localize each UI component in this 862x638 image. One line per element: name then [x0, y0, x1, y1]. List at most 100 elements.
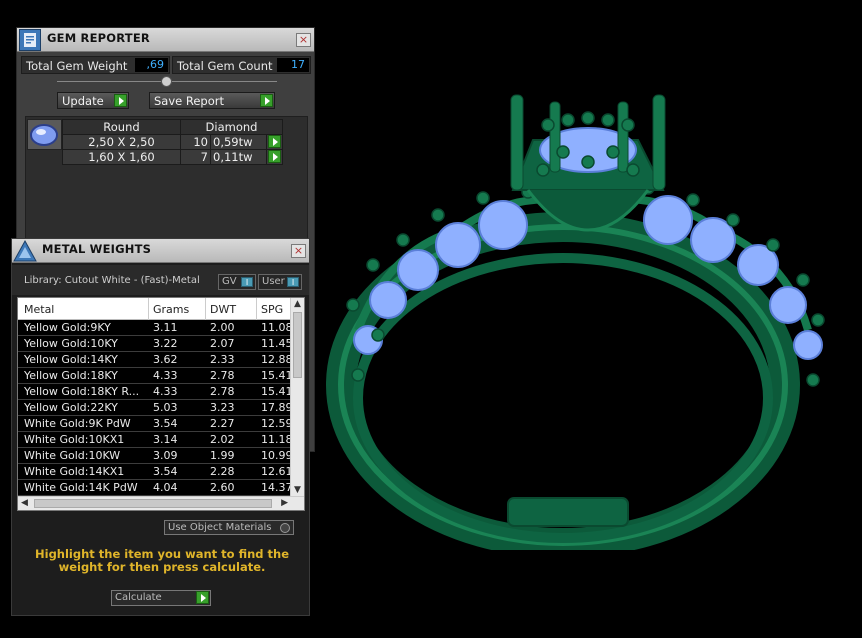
- metal-spg: 10.99: [261, 449, 291, 462]
- metal-dwt: 2.60: [210, 481, 235, 494]
- metal-name: White Gold:14KX1: [24, 465, 125, 478]
- scroll-thumb[interactable]: [293, 312, 302, 378]
- vertical-scrollbar[interactable]: ▲ ▼: [290, 298, 304, 496]
- metal-dwt: 1.99: [210, 449, 235, 462]
- table-row[interactable]: White Gold:10KX1 3.14 2.02 11.18: [18, 432, 291, 448]
- gv-toggle[interactable]: GV I: [218, 274, 256, 290]
- metal-grams: 4.04: [153, 481, 178, 494]
- metal-name: White Gold:10KW: [24, 449, 121, 462]
- horizontal-scrollbar[interactable]: ◀ ▶: [18, 496, 304, 510]
- metal-grams: 3.62: [153, 353, 178, 366]
- update-label: Update: [62, 94, 104, 108]
- scroll-thumb[interactable]: [34, 499, 272, 508]
- metal-weights-icon: [13, 239, 37, 262]
- metal-dwt: 2.02: [210, 433, 235, 446]
- gem-weight: 0,59tw: [210, 134, 267, 150]
- table-row[interactable]: White Gold:9K PdW 3.54 2.27 12.59: [18, 416, 291, 432]
- table-row[interactable]: Yellow Gold:14KY 3.62 2.33 12.88: [18, 352, 291, 368]
- round-gem-thumbnail[interactable]: [27, 119, 62, 150]
- metal-grams: 5.03: [153, 401, 178, 414]
- scroll-down-icon[interactable]: ▼: [294, 485, 301, 495]
- gem-reporter-title: GEM REPORTER: [47, 31, 150, 45]
- metal-weights-close-button[interactable]: ×: [291, 244, 306, 258]
- metal-grams: 3.11: [153, 321, 178, 334]
- table-row[interactable]: Yellow Gold:18KY 4.33 2.78 15.41: [18, 368, 291, 384]
- update-button[interactable]: Update: [57, 92, 129, 109]
- table-row[interactable]: White Gold:10KW 3.09 1.99 10.99: [18, 448, 291, 464]
- user-toggle[interactable]: User I: [258, 274, 302, 290]
- ring-model[interactable]: [318, 80, 838, 550]
- play-arrow-icon: [114, 94, 127, 107]
- metal-name: White Gold:9K PdW: [24, 417, 131, 430]
- user-label: User: [262, 276, 285, 287]
- splitter-grip-icon[interactable]: [161, 76, 172, 87]
- metal-dwt: 3.23: [210, 401, 235, 414]
- metal-name: Yellow Gold:10KY: [24, 337, 118, 350]
- metal-name: Yellow Gold:9KY: [24, 321, 111, 334]
- gem-reporter-icon: [19, 29, 41, 51]
- gem-table-header: Round Diamond: [62, 119, 283, 135]
- metal-grams: 4.33: [153, 369, 178, 382]
- metal-dwt: 2.78: [210, 385, 235, 398]
- use-object-materials-label: Use Object Materials: [168, 522, 272, 533]
- metal-weights-title: METAL WEIGHTS: [42, 242, 152, 256]
- table-row[interactable]: White Gold:14KX1 3.54 2.28 12.61: [18, 464, 291, 480]
- table-row[interactable]: Yellow Gold:18KY R... 4.33 2.78 15.41: [18, 384, 291, 400]
- col-spg[interactable]: SPG: [261, 303, 283, 316]
- col-metal[interactable]: Metal: [24, 303, 54, 316]
- save-report-label: Save Report: [154, 94, 225, 108]
- gem-reporter-titlebar[interactable]: GEM REPORTER ×: [17, 28, 314, 52]
- gem-count: 10: [180, 134, 211, 150]
- play-arrow-icon: [268, 150, 281, 163]
- calculate-button[interactable]: Calculate: [111, 590, 211, 606]
- calculate-label: Calculate: [115, 592, 162, 603]
- metal-rows: Yellow Gold:9KY 3.11 2.00 11.08 Yellow Gold…: [18, 320, 291, 496]
- metal-spg: 12.61: [261, 465, 291, 478]
- metal-grams: 3.54: [153, 465, 178, 478]
- gem-size: 2,50 X 2,50: [62, 134, 181, 150]
- total-gem-weight-field: Total Gem Weight ,69: [21, 56, 170, 74]
- table-row[interactable]: White Gold:14K PdW 4.04 2.60 14.37: [18, 480, 291, 496]
- table-row[interactable]: Yellow Gold:10KY 3.22 2.07 11.45: [18, 336, 291, 352]
- col-grams[interactable]: Grams: [153, 303, 189, 316]
- total-gem-count-field: Total Gem Count 17: [172, 56, 311, 74]
- use-object-materials-toggle[interactable]: Use Object Materials: [164, 520, 294, 535]
- gem-count: 7: [180, 149, 211, 165]
- save-report-button[interactable]: Save Report: [149, 92, 275, 109]
- scroll-right-icon[interactable]: ▶: [281, 498, 288, 508]
- metal-dwt: 2.28: [210, 465, 235, 478]
- metal-table: Metal Grams DWT SPG Yellow Gold:9KY 3.11 2…: [17, 297, 305, 511]
- scroll-up-icon[interactable]: ▲: [294, 299, 301, 309]
- play-arrow-icon: [196, 591, 209, 604]
- metal-grams: 3.14: [153, 433, 178, 446]
- metal-grams: 4.33: [153, 385, 178, 398]
- metal-weights-panel: METAL WEIGHTS × Library: Cutout White - …: [11, 238, 310, 616]
- metal-dwt: 2.00: [210, 321, 235, 334]
- gem-shape-header: Round: [62, 119, 181, 135]
- metal-dwt: 2.27: [210, 417, 235, 430]
- metal-weights-titlebar[interactable]: METAL WEIGHTS ×: [12, 239, 309, 263]
- total-gem-count-label: Total Gem Count: [177, 59, 273, 73]
- gem-row[interactable]: 1,60 X 1,60 7 0,11tw: [62, 149, 283, 165]
- gem-type-header: Diamond: [180, 119, 283, 135]
- gem-row-action[interactable]: [266, 134, 283, 150]
- col-dwt[interactable]: DWT: [210, 303, 236, 316]
- scroll-left-icon[interactable]: ◀: [21, 498, 28, 508]
- metal-spg: 12.59: [261, 417, 291, 430]
- table-row[interactable]: Yellow Gold:9KY 3.11 2.00 11.08: [18, 320, 291, 336]
- metal-name: White Gold:14K PdW: [24, 481, 138, 494]
- info-icon: I: [241, 277, 253, 287]
- gem-row[interactable]: 2,50 X 2,50 10 0,59tw: [62, 134, 283, 150]
- gem-row-action[interactable]: [266, 149, 283, 165]
- metal-dwt: 2.07: [210, 337, 235, 350]
- metal-name: Yellow Gold:22KY: [24, 401, 118, 414]
- gem-reporter-close-button[interactable]: ×: [296, 33, 311, 47]
- metal-grams: 3.22: [153, 337, 178, 350]
- table-row[interactable]: Yellow Gold:22KY 5.03 3.23 17.89: [18, 400, 291, 416]
- metal-dwt: 2.78: [210, 369, 235, 382]
- calculate-hint: Highlight the item you want to find the …: [35, 547, 289, 574]
- metal-spg: 17.89: [261, 401, 291, 414]
- metal-table-header: Metal Grams DWT SPG: [18, 298, 290, 320]
- metal-spg: 11.18: [261, 433, 291, 446]
- gv-label: GV: [222, 276, 237, 287]
